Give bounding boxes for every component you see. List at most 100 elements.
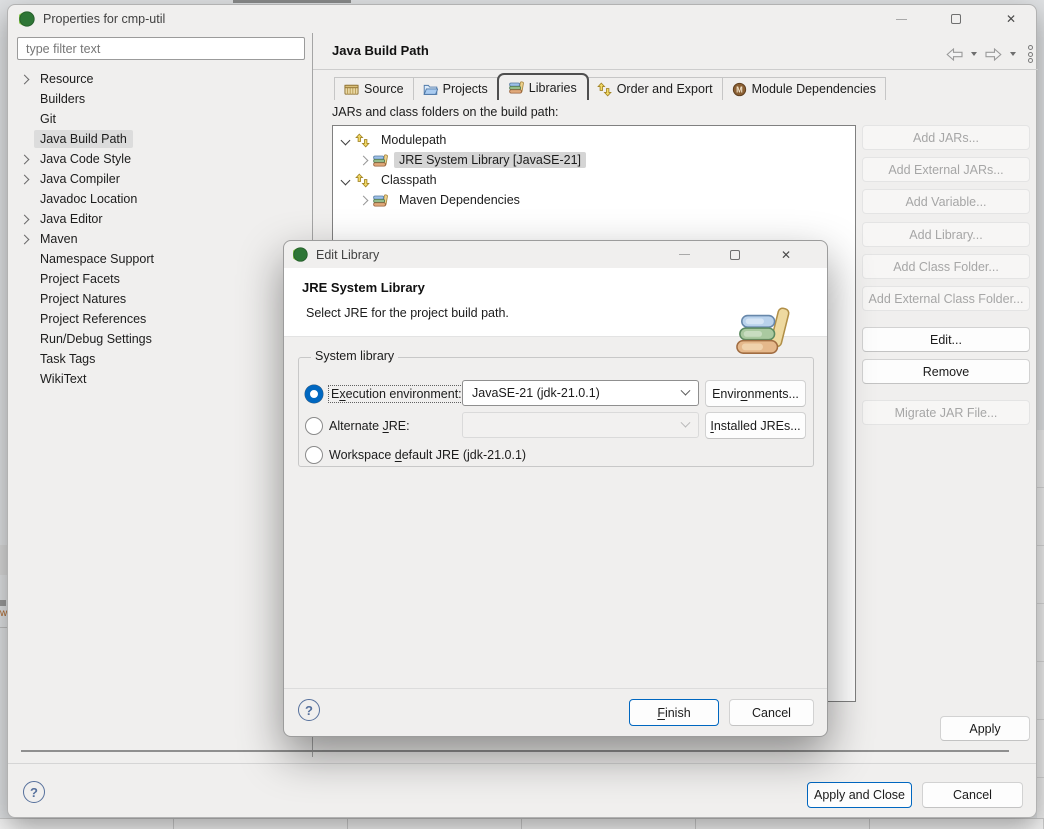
back-dropdown-icon[interactable] <box>971 52 977 56</box>
updown-arrows-icon <box>355 173 370 188</box>
alternate-jre-radio[interactable] <box>305 416 323 435</box>
tab-projects[interactable]: Projects <box>413 77 498 100</box>
sidebar-item-builders[interactable]: Builders <box>8 89 311 109</box>
add-library-button[interactable]: Add Library... <box>862 222 1030 247</box>
maximize-icon <box>951 14 961 24</box>
background-window-strip <box>0 818 1044 829</box>
add-variable-button[interactable]: Add Variable... <box>862 189 1030 214</box>
workspace-default-jre-radio[interactable] <box>305 446 323 464</box>
window-titlebar[interactable]: Properties for cmp-util <box>8 5 1036 33</box>
alternate-jre-select[interactable] <box>462 412 699 438</box>
library-books-icon <box>508 80 524 95</box>
add-class-folder-button[interactable]: Add Class Folder... <box>862 254 1030 279</box>
tab-source[interactable]: Source <box>334 77 414 100</box>
eclipse-icon <box>293 247 308 262</box>
finish-button[interactable]: Finish <box>629 699 719 726</box>
chevron-down-icon[interactable] <box>340 175 351 185</box>
maximize-button[interactable] <box>945 8 967 30</box>
filter-input[interactable] <box>17 37 305 60</box>
migrate-jar-file-button[interactable]: Migrate JAR File... <box>862 400 1030 425</box>
updown-arrows-icon <box>355 133 370 148</box>
background-window-fragment <box>0 545 7 575</box>
dialog-description: Select JRE for the project build path. <box>306 306 509 320</box>
chevron-down-icon[interactable] <box>340 135 351 145</box>
tree-node-classpath[interactable]: Classpath <box>333 170 855 190</box>
chevron-right-icon[interactable] <box>19 214 30 224</box>
remove-button[interactable]: Remove <box>862 359 1030 384</box>
chevron-down-icon <box>680 385 691 396</box>
tree-node-modulepath[interactable]: Modulepath <box>333 130 855 150</box>
tree-node-maven-dependencies[interactable]: Maven Dependencies <box>333 190 855 210</box>
add-jars-button[interactable]: Add JARs... <box>862 125 1030 150</box>
installed-jres-button[interactable]: Installed JREs... <box>705 412 806 439</box>
help-icon[interactable]: ? <box>298 699 320 721</box>
chevron-right-icon[interactable] <box>358 195 369 205</box>
add-external-jars-button[interactable]: Add External JARs... <box>862 157 1030 182</box>
sidebar-item-git[interactable]: Git <box>8 109 311 129</box>
minimize-icon <box>895 18 907 20</box>
tab-libraries[interactable]: Libraries <box>496 73 589 100</box>
sidebar-item-java-code-style[interactable]: Java Code Style <box>8 149 311 169</box>
dialog-cancel-button[interactable]: Cancel <box>729 699 814 726</box>
eclipse-icon <box>19 11 35 27</box>
sidebar-item-java-build-path[interactable]: Java Build Path <box>8 129 311 149</box>
tab-module-dependencies[interactable]: M Module Dependencies <box>722 77 886 100</box>
sidebar-item-javadoc-location[interactable]: Javadoc Location <box>8 189 311 209</box>
sidebar-item-wikitext[interactable]: WikiText <box>8 369 311 389</box>
header-divider <box>313 69 1038 70</box>
system-library-group: System library Execution environment: Ja… <box>298 349 814 467</box>
environments-button[interactable]: Environments... <box>705 380 806 407</box>
forward-dropdown-icon[interactable] <box>1010 52 1016 56</box>
tree-node-jre-system-library[interactable]: JRE System Library [JavaSE-21] <box>333 150 855 170</box>
dialog-title: Edit Library <box>316 247 380 262</box>
chevron-right-icon[interactable] <box>19 74 30 84</box>
minimize-icon <box>678 254 690 255</box>
close-button[interactable]: ✕ <box>1000 8 1022 30</box>
background-window-fragment <box>233 0 351 3</box>
page-title: Java Build Path <box>332 43 429 58</box>
apply-button[interactable]: Apply <box>940 716 1030 741</box>
view-menu-icon[interactable] <box>1028 45 1033 63</box>
execution-environment-radio[interactable] <box>305 384 323 403</box>
tab-order-and-export[interactable]: Order and Export <box>587 77 723 100</box>
books-stack-icon <box>736 304 790 358</box>
build-path-caption: JARs and class folders on the build path… <box>332 105 559 119</box>
chevron-right-icon[interactable] <box>19 154 30 164</box>
background-window-fragment: wi <box>0 608 7 619</box>
sidebar-item-project-references[interactable]: Project References <box>8 309 311 329</box>
apply-and-close-button[interactable]: Apply and Close <box>807 782 912 808</box>
sidebar-item-project-natures[interactable]: Project Natures <box>8 289 311 309</box>
package-icon <box>344 82 359 97</box>
forward-arrow-icon[interactable] <box>985 47 1002 61</box>
chevron-right-icon[interactable] <box>19 174 30 184</box>
maximize-button[interactable] <box>724 244 746 266</box>
chevron-right-icon[interactable] <box>19 234 30 244</box>
add-external-class-folder-button[interactable]: Add External Class Folder... <box>862 286 1030 311</box>
back-arrow-icon[interactable] <box>946 47 963 61</box>
edit-button[interactable]: Edit... <box>862 327 1030 352</box>
background-window-fragment <box>0 627 7 628</box>
build-path-tabs: Source Projects Libraries Order and Expo… <box>334 73 886 100</box>
dialog-heading: JRE System Library <box>302 280 425 295</box>
maximize-icon <box>730 249 740 260</box>
sidebar-item-project-facets[interactable]: Project Facets <box>8 269 311 289</box>
sidebar-item-maven[interactable]: Maven <box>8 229 311 249</box>
sidebar-item-java-compiler[interactable]: Java Compiler <box>8 169 311 189</box>
minimize-button[interactable] <box>890 8 912 30</box>
properties-category-tree: Resource Builders Git Java Build Path Ja… <box>8 69 311 389</box>
sidebar-item-run-debug-settings[interactable]: Run/Debug Settings <box>8 329 311 349</box>
sidebar-item-resource[interactable]: Resource <box>8 69 311 89</box>
minimize-button[interactable] <box>673 244 695 266</box>
sidebar-item-java-editor[interactable]: Java Editor <box>8 209 311 229</box>
help-icon[interactable]: ? <box>23 781 45 803</box>
close-icon[interactable]: ✕ <box>775 244 797 266</box>
execution-environment-select[interactable]: JavaSE-21 (jdk-21.0.1) <box>462 380 699 406</box>
edit-library-dialog: Edit Library ✕ JRE System Library Select… <box>283 240 828 737</box>
sidebar-item-namespace-support[interactable]: Namespace Support <box>8 249 311 269</box>
chevron-right-icon[interactable] <box>358 155 369 165</box>
dialog-button-bar: ? Apply and Close Cancel <box>8 763 1036 819</box>
cancel-button[interactable]: Cancel <box>922 782 1023 808</box>
sidebar-item-task-tags[interactable]: Task Tags <box>8 349 311 369</box>
group-label: System library <box>311 349 399 363</box>
alternate-jre-label: Alternate JRE: <box>329 418 410 433</box>
